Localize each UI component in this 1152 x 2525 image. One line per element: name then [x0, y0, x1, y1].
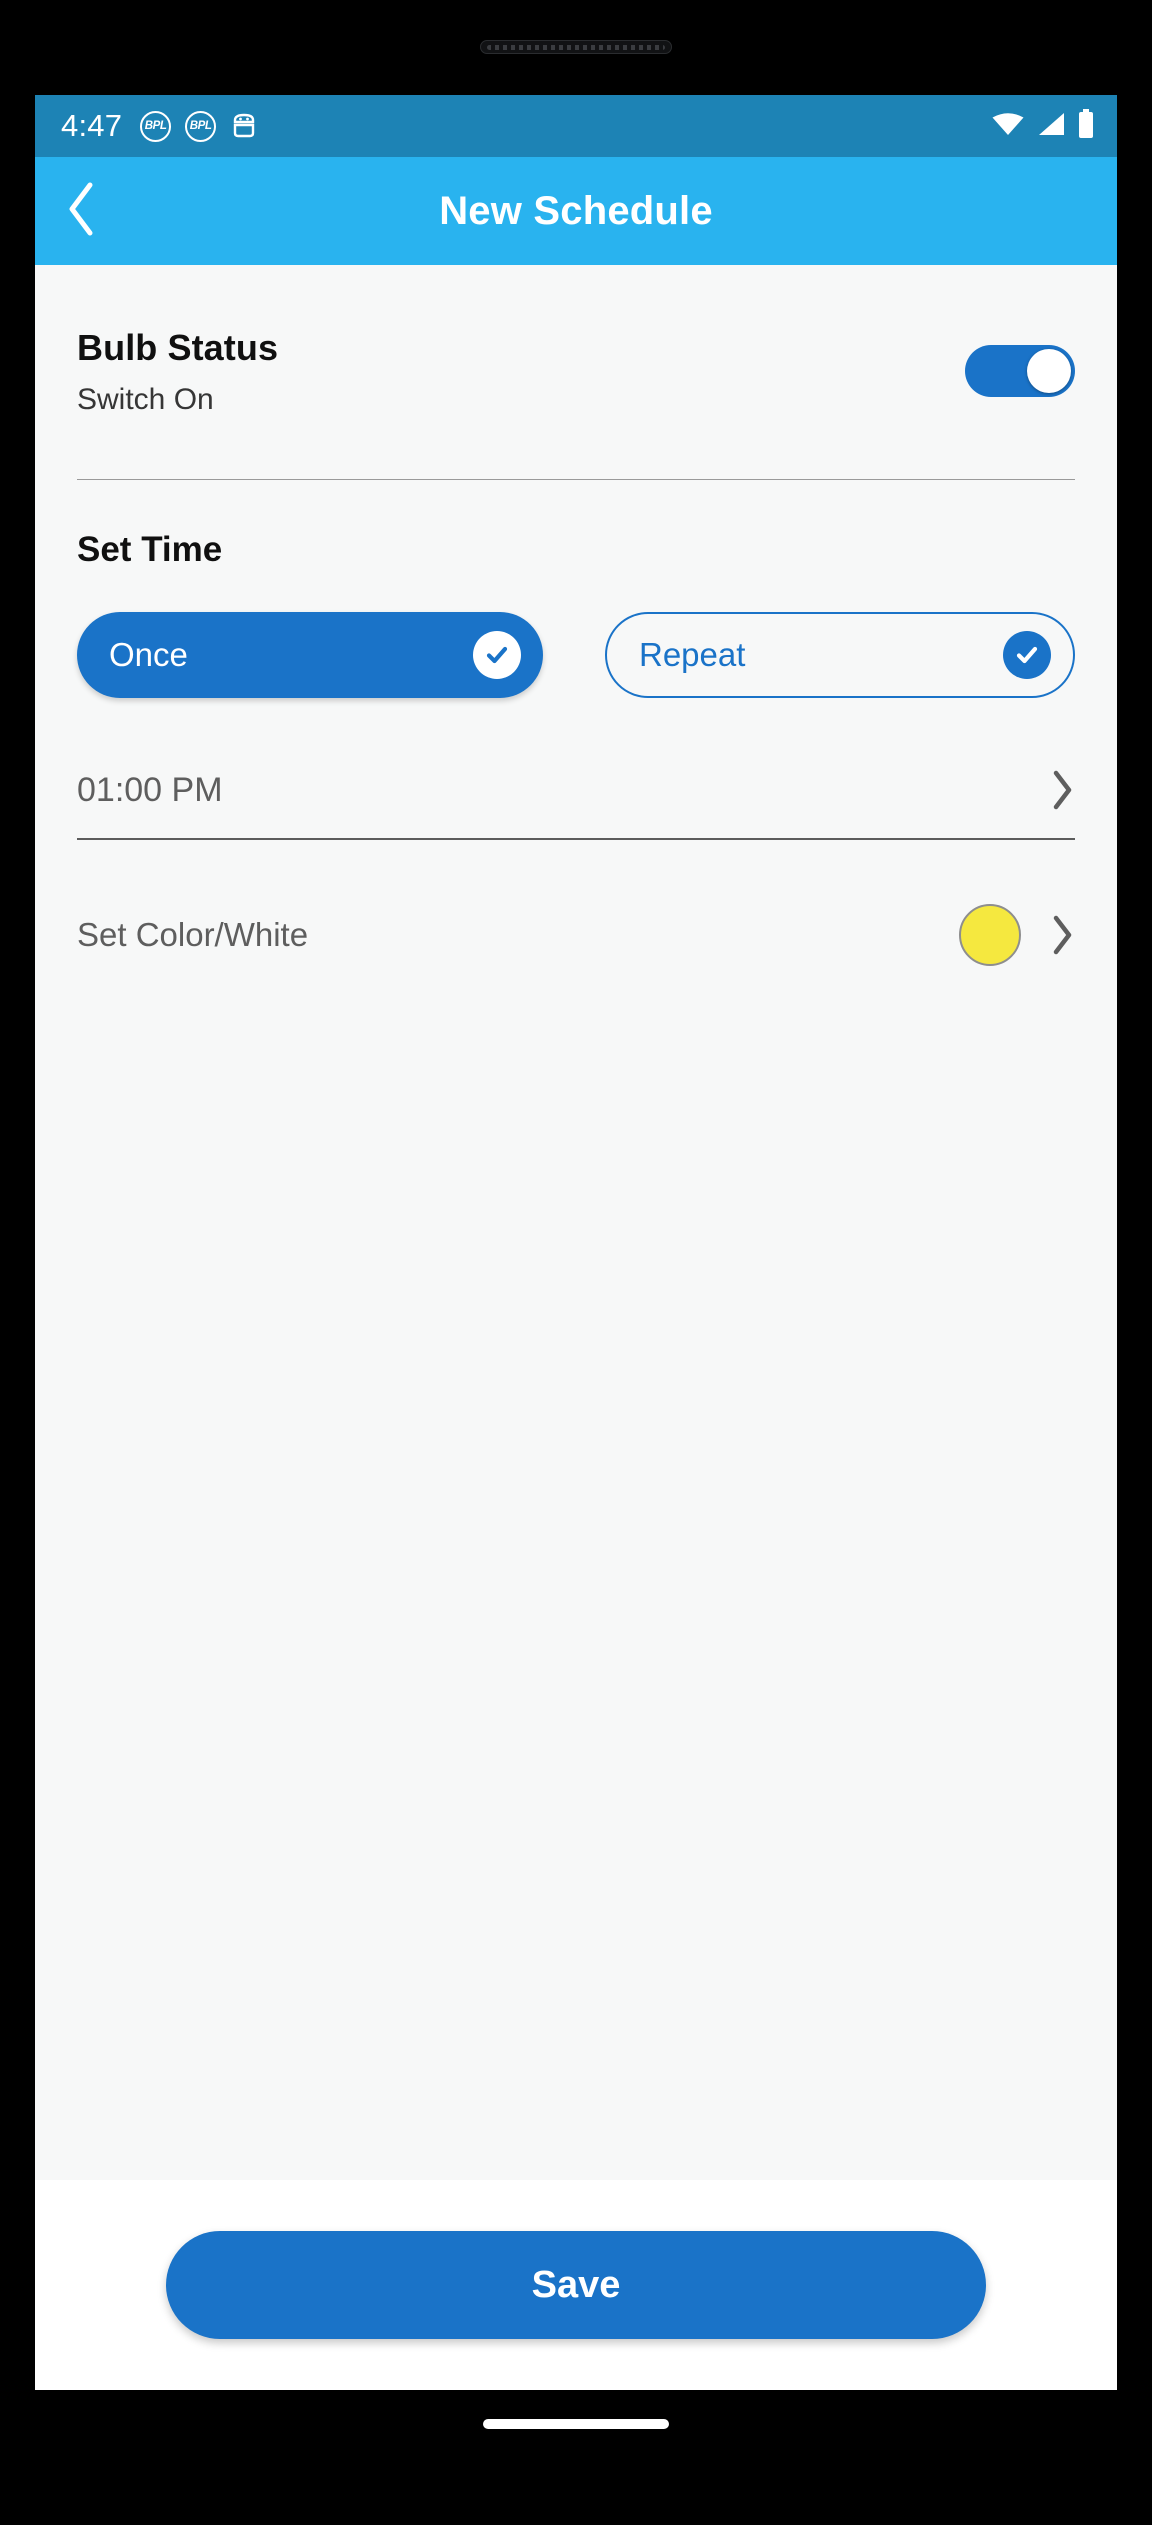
bulb-status-title: Bulb Status [77, 327, 279, 368]
status-bar-system-icons [991, 108, 1095, 144]
set-color-row[interactable]: Set Color/White [77, 904, 1075, 966]
save-button[interactable]: Save [166, 2231, 986, 2339]
footer-bar: Save [35, 2180, 1117, 2390]
mode-button-repeat-label: Repeat [639, 636, 746, 673]
navigation-home-indicator[interactable] [483, 2419, 669, 2429]
page-title: New Schedule [439, 188, 713, 233]
check-circle-once [473, 631, 521, 679]
section-divider [77, 479, 1075, 480]
back-button[interactable] [35, 157, 127, 265]
chevron-right-icon [1049, 768, 1075, 812]
chevron-left-icon [64, 180, 98, 243]
set-time-title: Set Time [77, 530, 223, 569]
time-picker-row[interactable]: 01:00 PM [77, 768, 1075, 840]
bulb-status-subtitle: Switch On [77, 383, 214, 416]
android-system-icon [230, 111, 258, 141]
main-content: Bulb Status Switch On Set Time Once Repe… [35, 265, 1117, 2390]
bulb-status-toggle[interactable] [965, 345, 1075, 397]
color-swatch[interactable] [959, 904, 1021, 966]
check-icon [486, 646, 508, 664]
phone-screen: 4:47 BPL BPL New Schedule Bulb Status Sw… [35, 95, 1117, 2390]
speaker-grille [480, 40, 672, 54]
wifi-icon [991, 111, 1025, 142]
status-bar: 4:47 BPL BPL [35, 95, 1117, 157]
bulb-status-section: Bulb Status Switch On [77, 265, 1075, 417]
battery-icon [1077, 108, 1095, 144]
toggle-knob [1027, 349, 1071, 393]
bpl-app-icon-1: BPL [140, 110, 172, 142]
phone-frame: 4:47 BPL BPL New Schedule Bulb Status Sw… [0, 0, 1152, 2525]
time-value: 01:00 PM [77, 770, 223, 809]
mode-button-once[interactable]: Once [77, 612, 543, 698]
schedule-mode-buttons: Once Repeat [77, 612, 1075, 698]
bulb-status-text: Bulb Status Switch On [77, 327, 965, 417]
check-icon [1016, 646, 1038, 664]
status-bar-clock: 4:47 [61, 108, 123, 143]
cellular-signal-icon [1036, 111, 1066, 142]
app-bar: New Schedule [35, 157, 1117, 265]
mode-button-once-label: Once [109, 636, 188, 673]
chevron-right-icon [1049, 913, 1075, 957]
set-color-label: Set Color/White [77, 916, 309, 953]
bpl-app-icon-2: BPL [185, 110, 217, 142]
status-bar-notification-icons: BPL BPL [140, 110, 258, 142]
check-circle-repeat [1003, 631, 1051, 679]
mode-button-repeat[interactable]: Repeat [605, 612, 1075, 698]
